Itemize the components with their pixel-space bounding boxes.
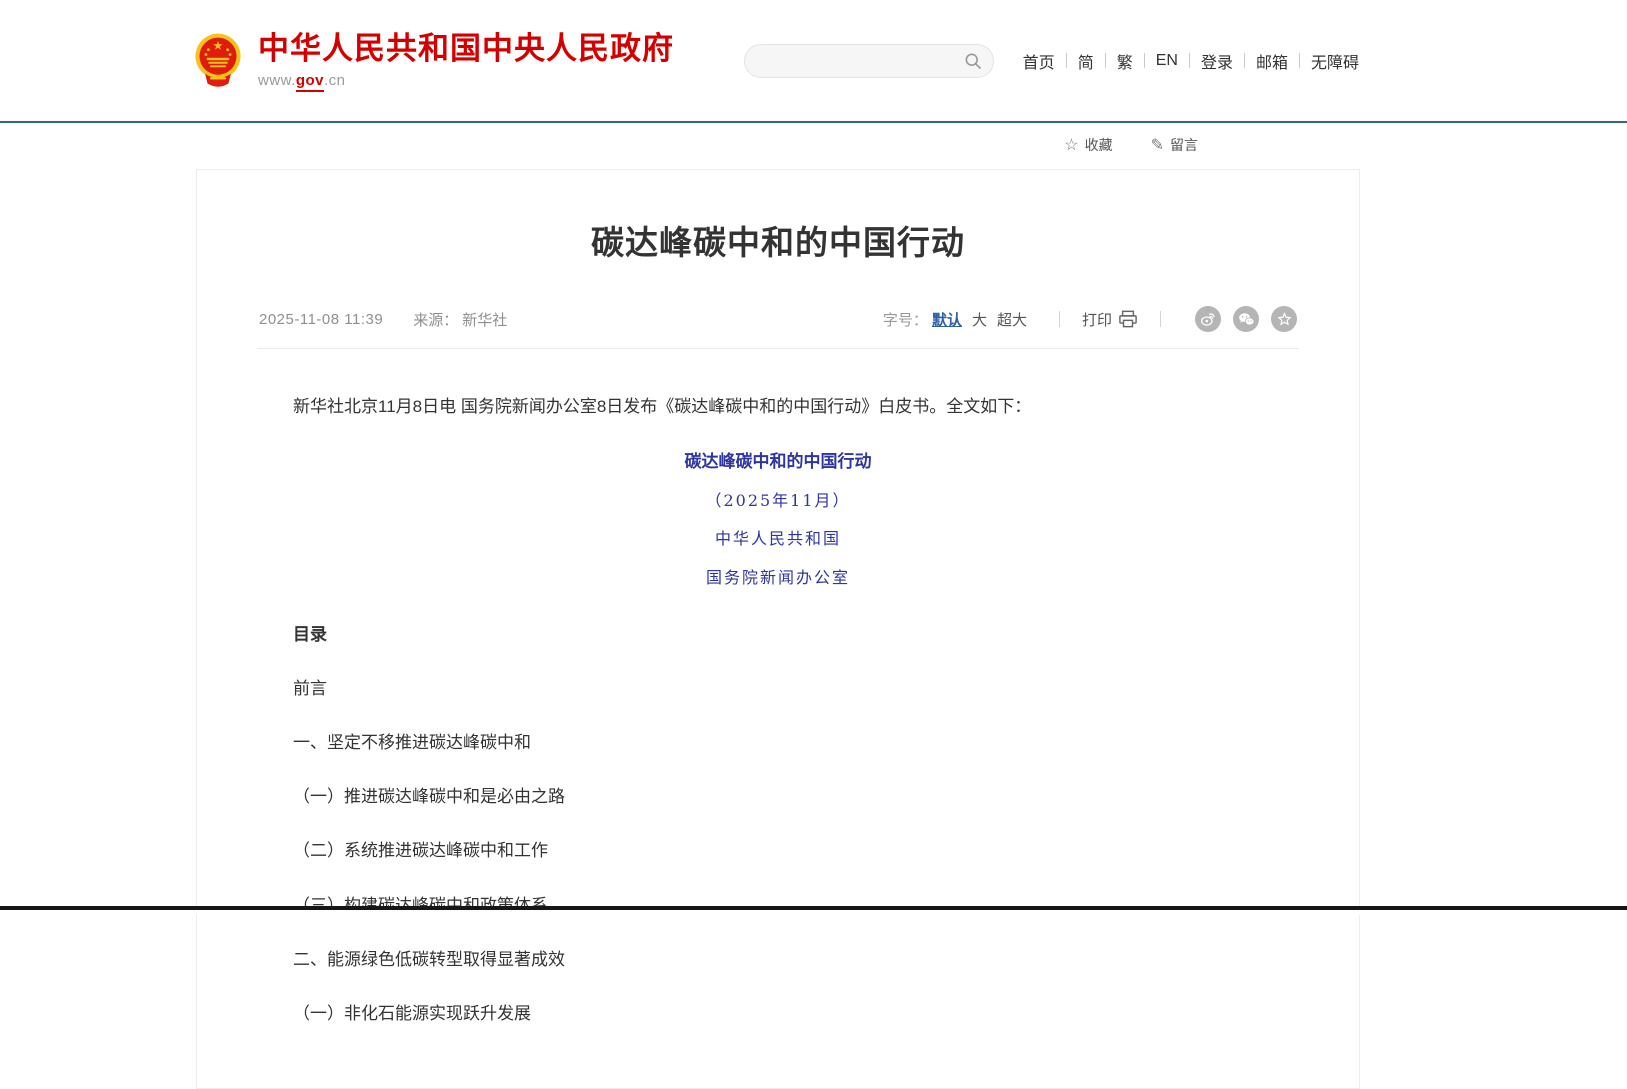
site-url-prefix: www. [258, 72, 296, 89]
national-emblem-icon [192, 32, 244, 90]
pencil-icon: ✎ [1151, 135, 1164, 155]
top-nav: 首页 简 繁 EN 登录 邮箱 无障碍 [1012, 49, 1370, 73]
site-url-gov: gov [296, 72, 324, 92]
nav-english[interactable]: EN [1145, 52, 1189, 70]
print-button[interactable]: 打印 [1082, 309, 1138, 330]
toc-item: 一、坚定不移推进碳达峰碳中和 [259, 729, 1297, 757]
printer-icon [1118, 310, 1138, 328]
font-size-xlarge-button[interactable]: 超大 [997, 309, 1027, 330]
toc-heading: 目录 [259, 621, 1297, 649]
source-value[interactable]: 新华社 [462, 309, 507, 330]
site-identity: 中华人民共和国中央人民政府 www.gov.cn [258, 32, 674, 88]
header-right: 首页 简 繁 EN 登录 邮箱 无障碍 [744, 44, 1370, 78]
toc-item: 二、能源绿色低碳转型取得显著成效 [259, 946, 1297, 974]
publish-date: 2025-11-08 11:39 [259, 311, 383, 328]
page-title: 碳达峰碳中和的中国行动 [197, 216, 1359, 264]
site-logo[interactable]: 中华人民共和国中央人民政府 www.gov.cn [192, 32, 674, 90]
toc-item: 前言 [259, 675, 1297, 703]
toc-item: （一）非化石能源实现跃升发展 [259, 1000, 1297, 1028]
search-input[interactable] [761, 52, 963, 70]
document-title: 碳达峰碳中和的中国行动 [259, 448, 1297, 476]
favorite-label: 收藏 [1085, 135, 1113, 155]
document-date: （2025年11月） [259, 488, 1297, 514]
site-header: 中华人民共和国中央人民政府 www.gov.cn 首页 简 繁 EN 登录 邮箱… [0, 0, 1627, 121]
search-box[interactable] [744, 44, 994, 78]
toc-item: （一）推进碳达峰碳中和是必由之路 [259, 783, 1297, 811]
nav-login[interactable]: 登录 [1190, 49, 1244, 73]
font-size-label: 字号： [883, 309, 928, 330]
share-wechat-button[interactable] [1233, 306, 1259, 332]
nav-mail[interactable]: 邮箱 [1245, 49, 1299, 73]
meta-right: 字号： 默认 大 超大 打印 [883, 306, 1297, 332]
article-body: 新华社北京11月8日电 国务院新闻办公室8日发布《碳达峰碳中和的中国行动》白皮书… [197, 393, 1359, 1028]
document-org-line1: 中华人民共和国 [259, 526, 1297, 552]
print-label: 打印 [1082, 309, 1112, 330]
document-org-line2: 国务院新闻办公室 [259, 565, 1297, 591]
share-weibo-button[interactable] [1195, 306, 1221, 332]
source-label: 来源： [413, 309, 458, 330]
header-divider [0, 121, 1627, 123]
site-title: 中华人民共和国中央人民政府 [258, 32, 674, 66]
star-badge-icon [1277, 312, 1292, 327]
meta-left: 2025-11-08 11:39 来源： 新华社 [259, 309, 507, 330]
weibo-icon [1200, 311, 1216, 327]
bottom-cover [0, 910, 1627, 915]
nav-traditional[interactable]: 繁 [1106, 49, 1144, 73]
toc-item: （二）系统推进碳达峰碳中和工作 [259, 837, 1297, 865]
star-outline-icon: ☆ [1064, 135, 1078, 155]
nav-accessibility[interactable]: 无障碍 [1300, 49, 1370, 73]
meta-divider [257, 348, 1299, 349]
favorite-button[interactable]: ☆ 收藏 [1064, 135, 1112, 155]
meta-separator [1059, 311, 1060, 327]
share-icons [1183, 306, 1297, 332]
site-url-suffix: .cn [324, 72, 346, 89]
nav-home[interactable]: 首页 [1012, 49, 1066, 73]
page-tools: ☆ 收藏 ✎ 留言 [196, 135, 1360, 155]
article-meta: 2025-11-08 11:39 来源： 新华社 字号： 默认 大 超大 打印 [197, 306, 1359, 332]
share-more-button[interactable] [1271, 306, 1297, 332]
search-icon[interactable] [963, 51, 983, 71]
article-card: 碳达峰碳中和的中国行动 2025-11-08 11:39 来源： 新华社 字号：… [196, 169, 1360, 1089]
message-button[interactable]: ✎ 留言 [1151, 135, 1198, 155]
meta-separator [1160, 311, 1161, 327]
nav-simplified[interactable]: 简 [1067, 49, 1105, 73]
intro-paragraph: 新华社北京11月8日电 国务院新闻办公室8日发布《碳达峰碳中和的中国行动》白皮书… [259, 393, 1297, 421]
bottom-dark-bar [0, 906, 1627, 910]
message-label: 留言 [1170, 135, 1198, 155]
wechat-icon [1238, 312, 1255, 327]
font-size-large-button[interactable]: 大 [972, 309, 987, 330]
font-size-default-button[interactable]: 默认 [932, 309, 962, 330]
site-url: www.gov.cn [258, 72, 674, 89]
